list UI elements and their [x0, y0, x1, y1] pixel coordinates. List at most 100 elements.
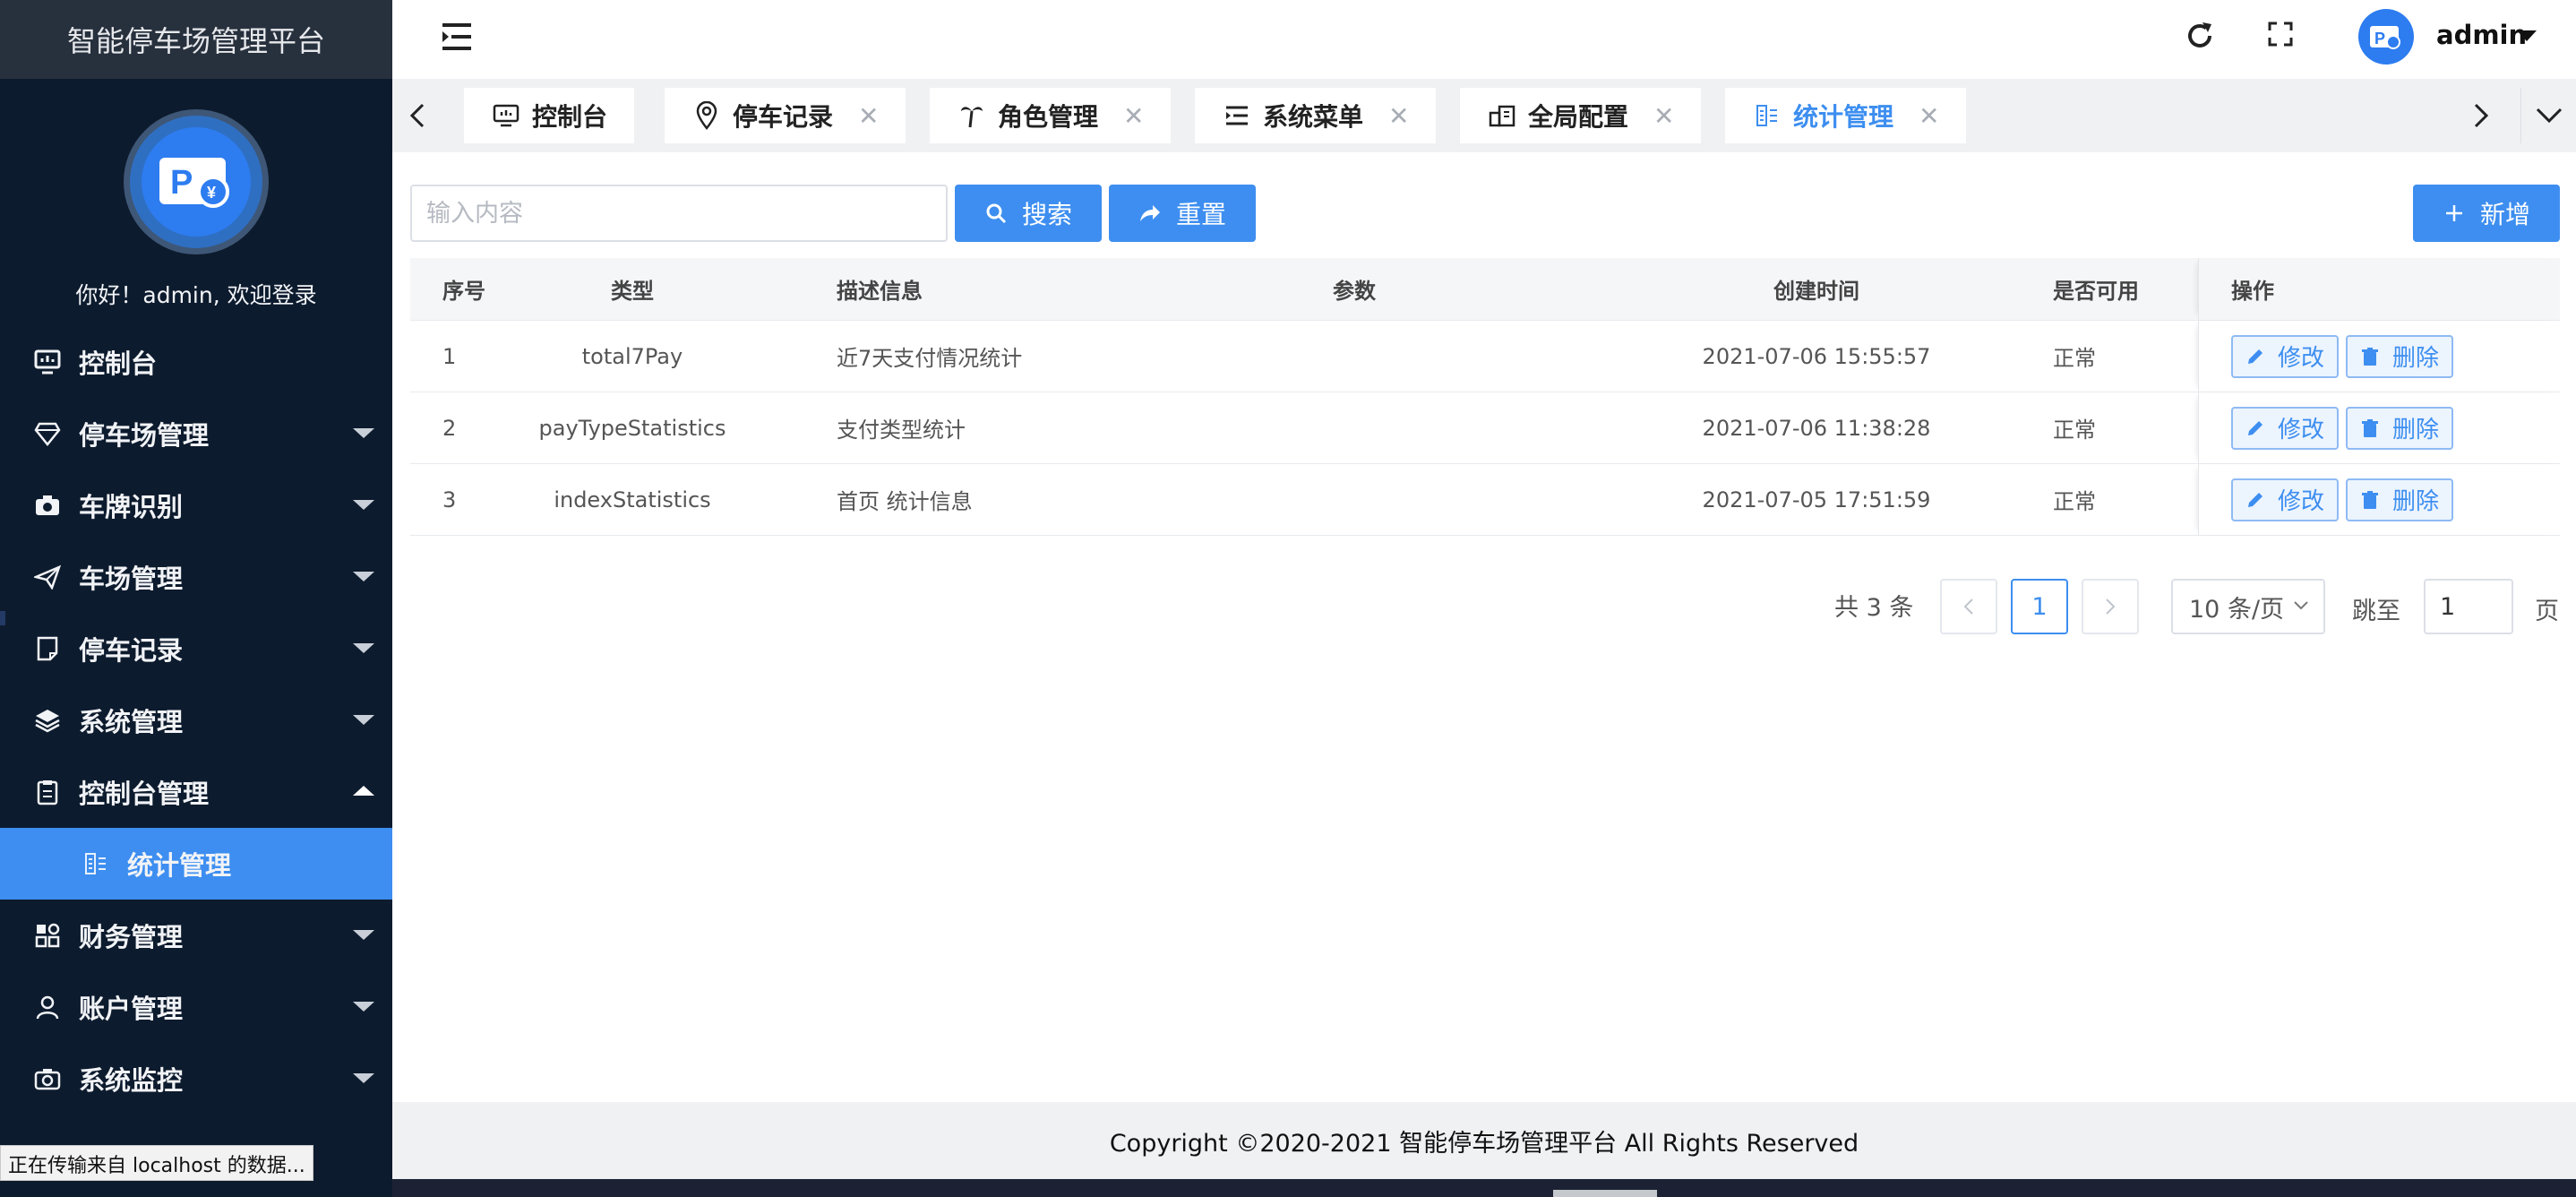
sidebar-menu: 控制台 停车场管理 车牌识别 车场管理 停车记录 系统管理 控制台管理 统计管理…	[0, 326, 392, 1115]
chevron-left-icon	[1963, 598, 1973, 615]
chevron-down-icon[interactable]	[2517, 30, 2537, 41]
sidebar-item-label: 系统监控	[79, 1065, 184, 1096]
stats-icon	[1752, 100, 1782, 131]
cell-index: 3	[442, 487, 457, 512]
refresh-icon[interactable]	[2184, 20, 2216, 52]
close-icon[interactable]: ✕	[1388, 101, 1409, 131]
sidebar-item-dashboard-management[interactable]: 控制台管理	[0, 756, 392, 828]
sidebar-item-label: 账户管理	[79, 994, 184, 1024]
tab-dashboard[interactable]: 控制台	[464, 88, 635, 143]
sidebar-item-parking-lot[interactable]: 停车场管理	[0, 398, 392, 469]
share-forward-icon	[1138, 202, 1162, 225]
cell-created-time: 2021-07-05 17:51:59	[1702, 487, 1931, 512]
sidebar-item-label: 停车记录	[79, 635, 184, 666]
chevron-down-icon	[353, 500, 374, 510]
menu-fold-icon[interactable]	[439, 22, 475, 52]
next-page-button[interactable]	[2082, 579, 2139, 634]
tab-label: 统计管理	[1793, 102, 1894, 132]
svg-text:¥: ¥	[207, 184, 216, 202]
cell-type: payTypeStatistics	[538, 415, 726, 441]
camera-icon	[32, 490, 63, 521]
tab-label: 角色管理	[998, 102, 1099, 132]
edit-button[interactable]: 修改	[2231, 334, 2340, 378]
chevron-up-icon	[353, 786, 374, 796]
avatar[interactable]: P ¥	[124, 109, 269, 254]
chevron-down-icon	[353, 715, 374, 725]
column-header-created-time: 创建时间	[1773, 279, 1859, 304]
delete-label: 删除	[2392, 488, 2440, 515]
sidebar-item-label: 控制台管理	[79, 779, 210, 809]
parking-logo-icon: P ¥	[142, 127, 251, 237]
page-size-select[interactable]: 10 条/页	[2171, 579, 2325, 634]
chevron-down-icon	[353, 572, 374, 581]
document-icon	[32, 633, 63, 664]
sidebar-item-system[interactable]: 系统管理	[0, 685, 392, 756]
chevron-down-icon	[353, 643, 374, 653]
username[interactable]: admin	[2436, 20, 2527, 50]
cell-created-time: 2021-07-06 15:55:57	[1702, 343, 1931, 369]
tab-roles[interactable]: 角色管理 ✕	[930, 88, 1172, 143]
edit-label: 修改	[2278, 345, 2325, 372]
edit-icon	[2245, 490, 2265, 510]
sidebar-item-parking-records[interactable]: 停车记录	[0, 613, 392, 685]
delete-button[interactable]: 删除	[2346, 478, 2454, 521]
cell-available: 正常	[2053, 418, 2096, 443]
table-row: 1 total7Pay 近7天支付情况统计 2021-07-06 15:55:5…	[410, 321, 2560, 392]
sidebar-item-yard[interactable]: 车场管理	[0, 541, 392, 613]
column-header-params: 参数	[1333, 279, 1376, 304]
cell-description: 近7天支付情况统计	[837, 346, 1023, 371]
reset-button[interactable]: 重置	[1109, 185, 1256, 242]
sidebar-item-statistics[interactable]: 统计管理	[0, 828, 392, 900]
page-number-button[interactable]: 1	[2011, 579, 2068, 634]
taskbar-strip	[392, 1179, 2576, 1197]
chevron-left-icon[interactable]	[401, 97, 434, 134]
close-icon[interactable]: ✕	[1123, 101, 1144, 131]
trash-icon	[2360, 347, 2380, 366]
page-size-value: 10 条/页	[2189, 595, 2285, 624]
search-button[interactable]: 搜索	[955, 185, 1102, 242]
edit-icon	[2245, 418, 2265, 438]
search-input[interactable]	[410, 185, 948, 242]
chevron-down-icon	[353, 930, 374, 940]
sidebar-item-label: 系统管理	[79, 707, 184, 737]
delete-button[interactable]: 删除	[2346, 334, 2454, 378]
cell-operations: 修改 删除	[2198, 321, 2560, 392]
svg-text:P: P	[170, 164, 193, 202]
tab-parking-records[interactable]: 停车记录 ✕	[665, 88, 906, 143]
add-button[interactable]: 新增	[2413, 185, 2560, 242]
edit-button[interactable]: 修改	[2231, 478, 2340, 521]
chevron-down-icon	[2294, 601, 2308, 610]
sidebar-item-plate-recognition[interactable]: 车牌识别	[0, 469, 392, 541]
sidebar-item-monitoring[interactable]: 系统监控	[0, 1043, 392, 1115]
delete-button[interactable]: 删除	[2346, 406, 2454, 450]
jump-page-input[interactable]	[2424, 579, 2513, 634]
close-icon[interactable]: ✕	[1919, 101, 1939, 131]
user-avatar[interactable]: P	[2358, 9, 2414, 65]
browser-status-bar: 正在传输来自 localhost 的数据...	[0, 1145, 313, 1181]
chevron-right-icon[interactable]	[2465, 97, 2497, 134]
close-icon[interactable]: ✕	[1653, 101, 1674, 131]
send-icon	[32, 562, 63, 592]
sidebar: 智能停车场管理平台 P ¥ 你好！admin, 欢迎登录 控制台 停车场管理 车…	[0, 0, 392, 1197]
edit-button[interactable]: 修改	[2231, 406, 2340, 450]
sidebar-item-accounts[interactable]: 账户管理	[0, 971, 392, 1043]
diamond-icon	[32, 418, 63, 449]
edit-label: 修改	[2278, 417, 2325, 443]
page-suffix-label: 页	[2535, 598, 2559, 625]
table-header: 序号 类型 描述信息 参数 创建时间 是否可用 操作	[410, 258, 2560, 321]
tab-label: 全局配置	[1528, 102, 1629, 132]
prev-page-button[interactable]	[1940, 579, 1997, 634]
cell-index: 1	[442, 343, 457, 369]
fullscreen-icon[interactable]	[2266, 20, 2295, 48]
sidebar-item-finance[interactable]: 财务管理	[0, 900, 392, 971]
sidebar-item-label: 控制台	[79, 349, 158, 379]
tab-statistics[interactable]: 统计管理 ✕	[1725, 88, 1967, 143]
chevron-down-icon	[353, 428, 374, 438]
tab-global-config[interactable]: 全局配置 ✕	[1460, 88, 1702, 143]
chevron-down-icon[interactable]	[2520, 88, 2576, 143]
sidebar-item-label: 财务管理	[79, 922, 184, 952]
sidebar-item-dashboard[interactable]: 控制台	[0, 326, 392, 398]
edit-label: 修改	[2278, 488, 2325, 515]
tab-system-menu[interactable]: 系统菜单 ✕	[1195, 88, 1437, 143]
close-icon[interactable]: ✕	[858, 101, 879, 131]
